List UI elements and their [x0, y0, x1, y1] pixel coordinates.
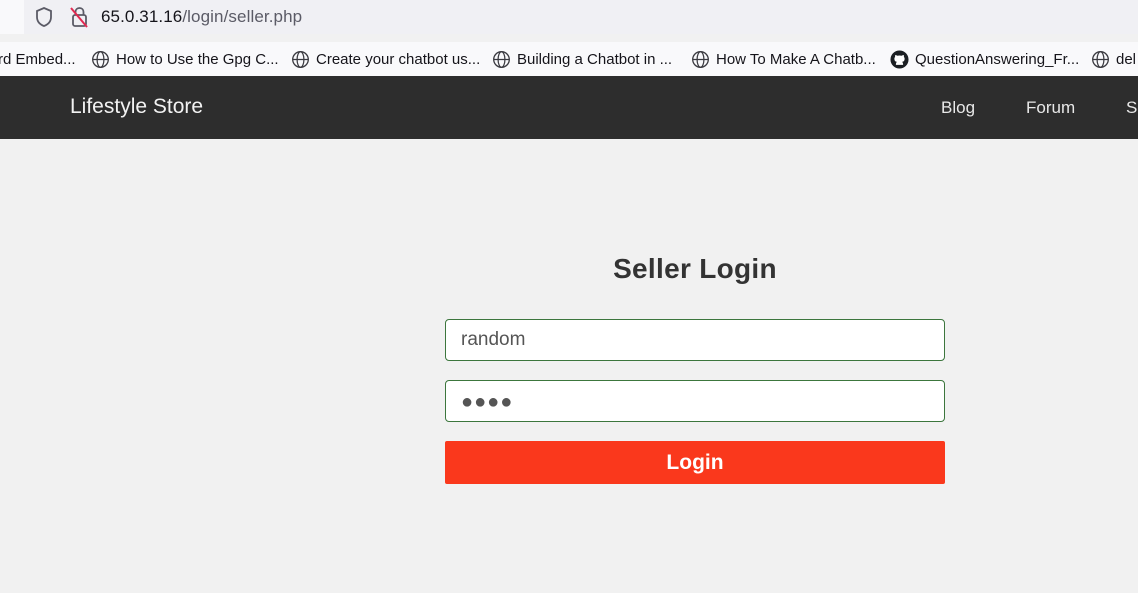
bookmark-label: rd Embed...: [0, 50, 76, 68]
insecure-lock-icon[interactable]: [68, 5, 90, 29]
globe-icon: [692, 50, 709, 68]
bookmark-label: QuestionAnswering_Fr...: [915, 50, 1080, 68]
globe-icon: [493, 50, 510, 68]
bookmark-label: del: [1116, 50, 1137, 68]
globe-icon: [92, 50, 109, 68]
bookmark-item[interactable]: rd Embed...: [0, 42, 76, 76]
globe-icon: [292, 50, 309, 68]
bookmark-label: Building a Chatbot in ...: [517, 50, 673, 68]
nav-link-forum[interactable]: Forum: [1026, 98, 1075, 118]
site-navbar: Lifestyle Store Blog Forum Si: [0, 76, 1138, 139]
bookmark-item[interactable]: QuestionAnswering_Fr...: [890, 42, 1079, 76]
username-input[interactable]: [445, 319, 945, 361]
url-host: 65.0.31.16: [101, 7, 183, 26]
bookmark-label: How To Make A Chatb...: [716, 50, 876, 68]
bookmark-item[interactable]: Create your chatbot us...: [291, 42, 480, 76]
url-text[interactable]: 65.0.31.16/login/seller.php: [101, 7, 302, 27]
bookmark-item[interactable]: del: [1091, 42, 1136, 76]
github-icon: [890, 49, 909, 69]
bookmarks-bar: rd Embed... How to Use the Gpg C... Crea…: [0, 42, 1138, 76]
bookmark-item[interactable]: How To Make A Chatb...: [691, 42, 876, 76]
bookmark-label: Create your chatbot us...: [316, 50, 481, 68]
password-input[interactable]: [445, 380, 945, 422]
nav-link-blog[interactable]: Blog: [941, 98, 975, 118]
url-path: /login/seller.php: [182, 7, 303, 26]
address-bar: 65.0.31.16/login/seller.php: [0, 0, 1138, 34]
nav-link-signup[interactable]: Si: [1126, 98, 1138, 118]
shield-icon[interactable]: [34, 6, 54, 28]
globe-icon: [1092, 50, 1109, 68]
brand-logo-link[interactable]: Lifestyle Store: [70, 95, 203, 119]
bookmark-item[interactable]: How to Use the Gpg C...: [91, 42, 279, 76]
login-button[interactable]: Login: [445, 441, 945, 484]
bookmark-item[interactable]: Building a Chatbot in ...: [492, 42, 672, 76]
page-title: Seller Login: [613, 253, 777, 284]
bookmark-label: How to Use the Gpg C...: [116, 50, 279, 68]
